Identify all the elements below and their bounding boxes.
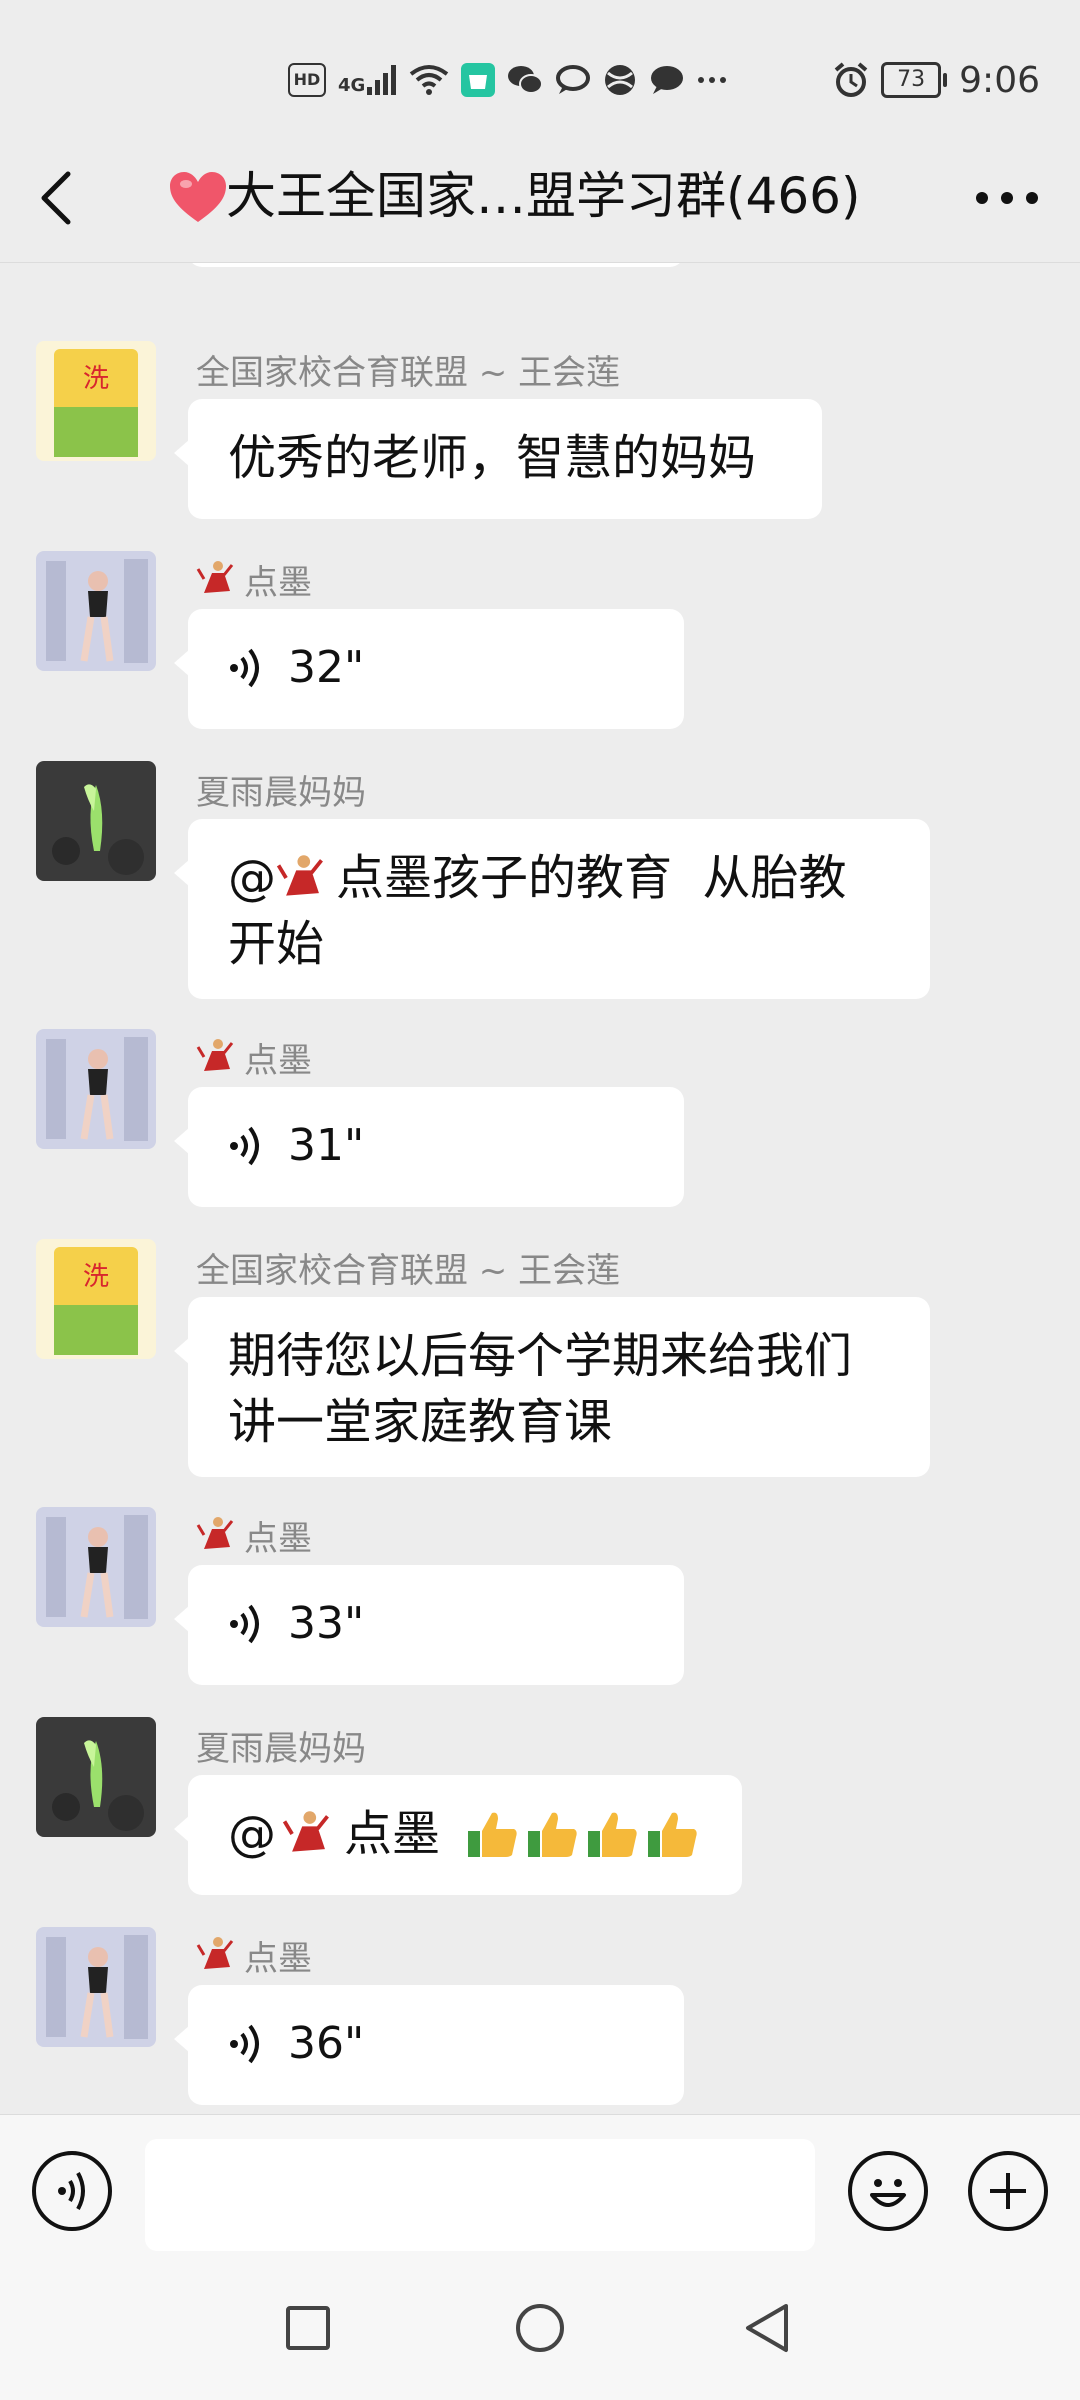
wifi-icon	[410, 65, 449, 95]
message-text-line2: 开始	[228, 916, 325, 972]
thumbs-up-icon	[528, 1812, 577, 1857]
ball-icon	[605, 65, 636, 95]
voice-duration: 33"	[288, 1598, 365, 1649]
voice-message-bubble[interactable]: 32"	[174, 609, 684, 729]
thumbs-up-icon	[468, 1812, 517, 1857]
alarm-icon	[834, 62, 868, 97]
dancer-emoji-icon	[276, 855, 323, 896]
voice-duration: 36"	[288, 2018, 365, 2069]
message-text: 点墨孩子的教育 从胎教	[336, 850, 847, 906]
heart-icon	[170, 172, 226, 222]
svg-text:洗: 洗	[83, 364, 109, 394]
message-text: 期待您以后每个学期来给我们	[228, 1328, 853, 1384]
dancer-emoji-icon	[196, 561, 234, 593]
sender-label: 点墨	[244, 562, 312, 603]
avatar[interactable]	[36, 1029, 156, 1149]
voice-wave-icon	[230, 648, 259, 688]
chat-title: 大王全国家…盟学习群(466)	[226, 167, 861, 225]
message-text: 优秀的老师，智慧的妈妈	[228, 430, 757, 486]
message-text-line2: 讲一堂家庭教育课	[228, 1394, 613, 1450]
avatar[interactable]: 洗	[36, 341, 156, 461]
avatar[interactable]	[36, 1507, 156, 1627]
system-navigation-bar	[0, 2264, 1080, 2400]
message-bubble[interactable]: @ 点墨孩子的教育 从胎教 开始	[174, 819, 930, 999]
voice-message-bubble[interactable]: 31"	[174, 1087, 684, 1207]
sender-name: 全国家校合育联盟 ~ 王会莲	[196, 1250, 621, 1291]
voice-input-button[interactable]	[32, 2151, 112, 2231]
dancer-emoji-icon	[196, 1937, 234, 1969]
message-bubble[interactable]: 优秀的老师，智慧的妈妈	[174, 399, 822, 519]
thumbs-up-icon	[588, 1812, 637, 1857]
battery-indicator: 73	[881, 62, 948, 98]
dancer-emoji-icon	[196, 1517, 234, 1549]
thumbs-up-icon	[648, 1812, 697, 1857]
avatar[interactable]	[36, 761, 156, 881]
dancer-emoji-icon	[282, 1811, 329, 1852]
voice-duration: 32"	[288, 642, 365, 693]
sender-name: 点墨	[196, 1037, 312, 1081]
status-right: 73 9:06	[833, 56, 1040, 104]
app-notification-icon	[461, 63, 496, 97]
message-bubble[interactable]: 期待您以后每个学期来给我们 讲一堂家庭教育课	[174, 1297, 930, 1477]
chevron-left-icon[interactable]	[36, 170, 80, 226]
sender-name: 全国家校合育联盟 ~ 王会莲	[196, 352, 621, 393]
clock: 9:06	[959, 59, 1040, 101]
voice-wave-icon	[230, 1604, 259, 1644]
plus-icon	[990, 2173, 1026, 2209]
svg-text:洗: 洗	[83, 1262, 109, 1292]
dancer-emoji-icon	[196, 1039, 234, 1071]
sender-label: 点墨	[244, 1040, 312, 1081]
sender-name: 夏雨晨妈妈	[196, 1728, 366, 1769]
message-bubble[interactable]: @ 点墨	[174, 1775, 742, 1895]
hd-badge: HD	[288, 63, 326, 97]
input-bar	[0, 2114, 1080, 2265]
sender-name: 点墨	[196, 1515, 312, 1559]
recent-apps-icon[interactable]	[284, 2304, 332, 2352]
voice-input-icon	[58, 2172, 85, 2210]
status-bar: HD 4G 73 9:06	[0, 0, 1080, 150]
message-input[interactable]	[145, 2139, 815, 2251]
emoji-button[interactable]	[848, 2151, 928, 2231]
wechat-icon	[508, 66, 544, 94]
voice-message-bubble[interactable]: 36"	[174, 1985, 684, 2105]
more-horizontal-icon[interactable]	[974, 188, 1040, 208]
network-type: 4G	[338, 75, 366, 96]
sender-name: 夏雨晨妈妈	[196, 772, 366, 813]
home-icon[interactable]	[514, 2302, 566, 2354]
add-button[interactable]	[968, 2151, 1048, 2231]
status-icons: HD 4G	[288, 56, 727, 104]
chat-bubble-icon	[556, 65, 591, 94]
mention-at: @	[228, 1806, 276, 1862]
sender-name: 点墨	[196, 559, 312, 603]
message-list[interactable]: 洗 全国家校合育联盟 ~ 王会莲 优秀的老师，智慧的妈妈 点墨 32" 夏雨晨妈…	[0, 263, 1080, 2113]
voice-message-bubble[interactable]: 33"	[174, 1565, 684, 1685]
voice-duration: 31"	[288, 1120, 365, 1171]
sender-label: 点墨	[244, 1938, 312, 1979]
partial-message-bubble	[188, 263, 684, 267]
signal-icon: 4G	[338, 65, 397, 95]
back-triangle-icon[interactable]	[742, 2302, 792, 2354]
avatar[interactable]	[36, 551, 156, 671]
message-icon	[651, 66, 684, 94]
mention-at: @	[228, 850, 276, 906]
sender-label: 点墨	[244, 1518, 312, 1559]
voice-wave-icon	[230, 2024, 259, 2064]
avatar[interactable]	[36, 1717, 156, 1837]
emoji-icon	[870, 2179, 906, 2207]
sender-name: 点墨	[196, 1935, 312, 1979]
avatar[interactable]	[36, 1927, 156, 2047]
avatar[interactable]: 洗	[36, 1239, 156, 1359]
ellipsis-icon	[698, 77, 727, 83]
message-text: 点墨	[344, 1806, 441, 1862]
voice-wave-icon	[230, 1126, 259, 1166]
